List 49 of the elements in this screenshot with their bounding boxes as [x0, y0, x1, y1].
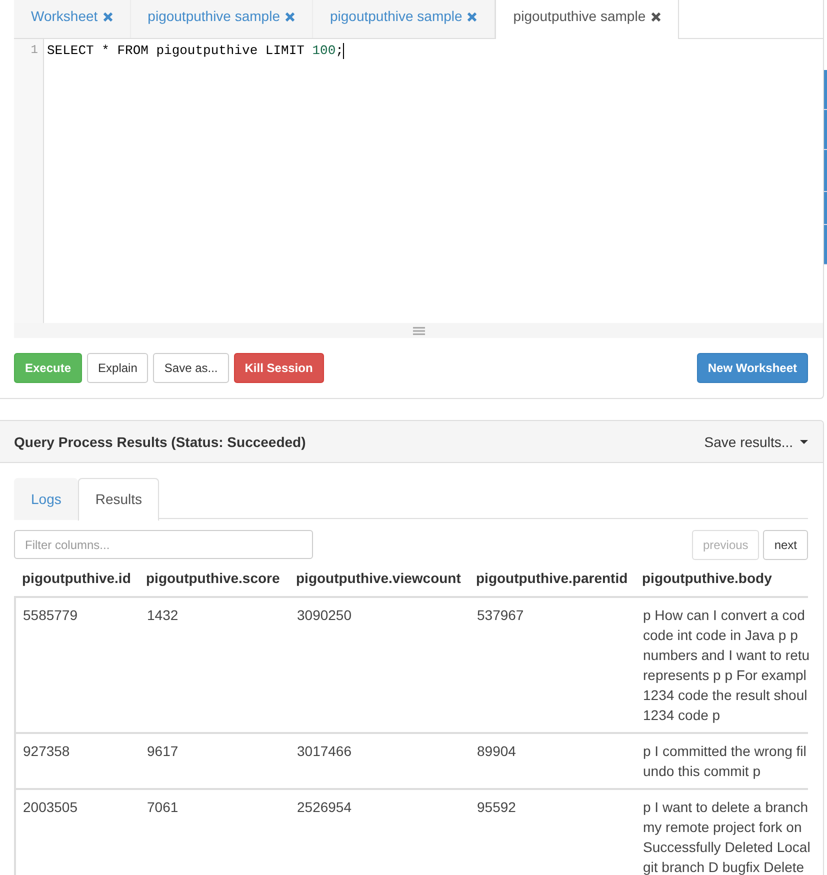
- save-results-dropdown[interactable]: Save results...: [704, 434, 808, 450]
- table-cell-text: p How can I convert a cod code int code in Java p p numbers and I want to retu represents p p For exampl 1234 code the result shoul 1234 code p: [642, 606, 811, 725]
- action-button[interactable]: Execute: [14, 353, 82, 383]
- action-button[interactable]: New Worksheet: [696, 353, 808, 383]
- table-cell-text: p I committed the wrong fil undo this commit p: [642, 742, 808, 781]
- column-header: pigoutputhive.id: [21, 569, 132, 588]
- side-tab[interactable]: [824, 70, 827, 110]
- column-header: pigoutputhive.body: [641, 569, 773, 588]
- results-tab[interactable]: Results: [78, 478, 160, 521]
- table-cell-text: 3090250: [296, 606, 353, 625]
- action-button[interactable]: Kill Session: [234, 353, 324, 383]
- filter-input[interactable]: Filter columns...: [14, 530, 313, 559]
- close-icon[interactable]: [102, 12, 113, 22]
- worksheet-tab[interactable]: Worksheet: [14, 0, 131, 38]
- column-header: pigoutputhive.viewcount: [295, 569, 462, 588]
- results-tab[interactable]: Logs: [14, 478, 78, 520]
- column-header: pigoutputhive.score: [145, 569, 281, 588]
- action-button[interactable]: Save as...: [153, 353, 229, 383]
- close-icon[interactable]: [467, 12, 478, 22]
- action-button[interactable]: Explain: [87, 353, 148, 383]
- grip-lines-icon: [412, 326, 424, 334]
- worksheet-tab[interactable]: pigoutputhive sample: [495, 0, 679, 39]
- panel-title: Query Process Results (Status: Succeeded): [14, 434, 306, 450]
- worksheet-tab[interactable]: pigoutputhive sample: [130, 0, 313, 38]
- code-editor[interactable]: SELECT * FROM pigoutputhive LIMIT 100;: [44, 39, 823, 323]
- side-tab[interactable]: [824, 225, 827, 265]
- column-header: pigoutputhive.parentid: [475, 569, 629, 588]
- table-cell-text: 2003505: [22, 798, 79, 817]
- table-cell-text: 537967: [476, 606, 525, 625]
- table-cell-text: 2526954: [296, 798, 353, 817]
- table-cell-text: 1432: [146, 606, 180, 625]
- side-tab[interactable]: [824, 110, 827, 150]
- table-cell-text: 7061: [146, 798, 180, 817]
- table-cell-text: 3017466: [296, 742, 353, 761]
- table-cell-text: 89904: [476, 742, 517, 761]
- close-icon[interactable]: [650, 12, 661, 22]
- code-line: SELECT * FROM pigoutputhive LIMIT 100;: [47, 42, 346, 59]
- close-icon[interactable]: [284, 12, 295, 22]
- table-cell-text: 927358: [22, 742, 71, 761]
- side-tab[interactable]: [824, 150, 827, 192]
- table-cell-text: 5585779: [22, 606, 79, 625]
- caret-icon: [800, 440, 808, 444]
- side-tab[interactable]: [824, 192, 827, 225]
- pager-button[interactable]: next: [763, 530, 808, 560]
- table-cell-text: p I want to delete a branch my remote project fork on Successfully Deleted Local git branch D bugfix Delete: [642, 798, 812, 875]
- table-cell-text: 9617: [146, 742, 180, 761]
- worksheet-tab[interactable]: pigoutputhive sample: [312, 0, 496, 38]
- table-cell-text: 95592: [476, 798, 517, 817]
- line-number: 1: [30, 42, 39, 59]
